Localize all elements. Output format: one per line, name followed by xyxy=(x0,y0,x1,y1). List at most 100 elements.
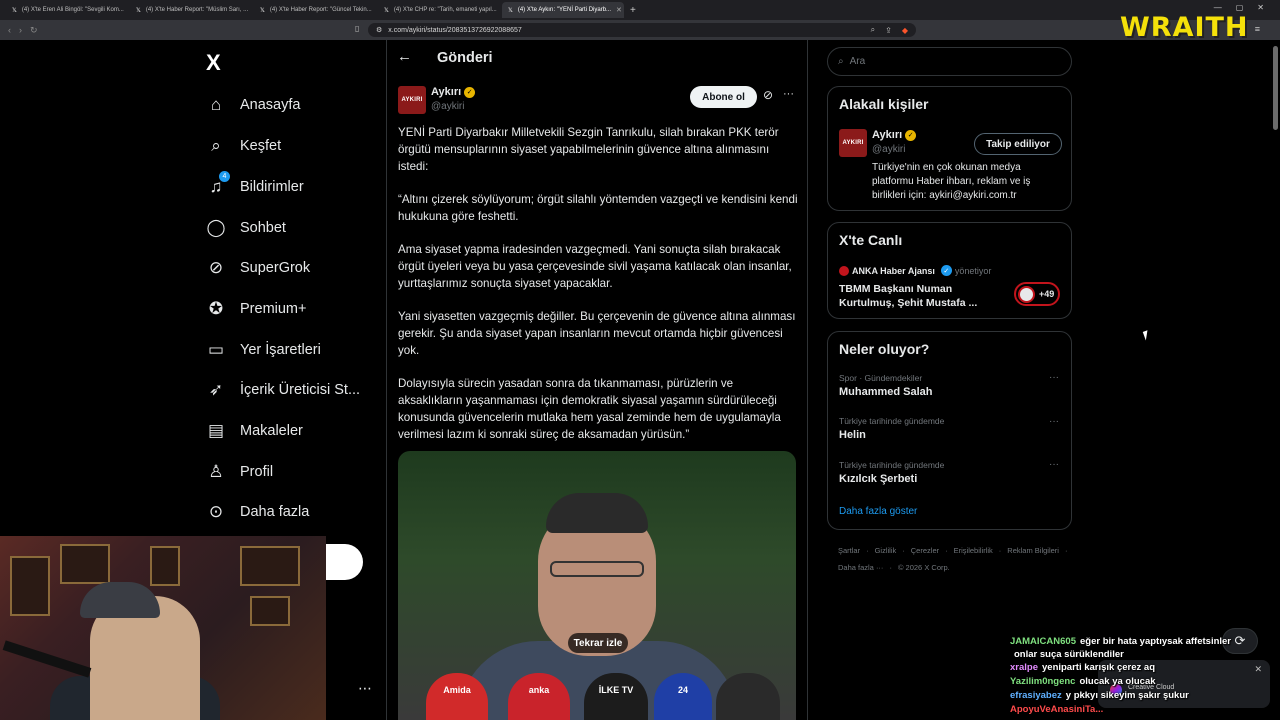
trend-meta: Spor · Gündemdekiler xyxy=(839,373,923,383)
account-menu-icon[interactable]: ⋯ xyxy=(358,680,372,697)
footer-link[interactable]: Şartlar xyxy=(838,542,860,559)
close-tab-icon[interactable]: ✕ xyxy=(616,6,622,14)
share-icon[interactable]: ⇪ xyxy=(885,26,892,35)
x-favicon-icon: 𝕏 xyxy=(136,7,141,14)
post-paragraph: Ama siyaset yapma iradesinden vazgeçmedi… xyxy=(398,243,792,290)
browser-tab[interactable]: 𝕏 (4) X'te CHP re: "Tarih, emaneti yapıl.… xyxy=(378,2,500,18)
footer-link[interactable]: Reklam Bilgileri xyxy=(1007,542,1059,559)
trend-meta: Türkiye tarihinde gündemde xyxy=(839,416,945,426)
back-arrow-icon[interactable]: ← xyxy=(397,48,412,65)
maximize-icon[interactable]: ▢ xyxy=(1236,3,1244,12)
nav-item[interactable]: ▤ Makaleler xyxy=(206,417,303,445)
browser-tab[interactable]: 𝕏 (4) X'te Eren Ali Bingöl: "Sevgili Kom.… xyxy=(6,2,128,18)
chat-text: eğer bir hata yaptıysak affetsinler xyxy=(1080,636,1232,647)
browser-tab[interactable]: 𝕏 (4) X'te Haber Report: "Müslim Sarı, ..… xyxy=(130,2,252,18)
new-tab-icon[interactable]: + xyxy=(630,5,636,16)
related-handle[interactable]: @aykiri xyxy=(872,144,906,155)
microphone-logo xyxy=(716,673,780,720)
footer-link[interactable]: © 2026 X Corp. xyxy=(898,559,950,576)
footer-link[interactable]: Daha fazla ··· xyxy=(838,559,883,576)
post-button[interactable] xyxy=(325,544,363,580)
chat-message: ApoyuVeAnasiniTa... xyxy=(1010,704,1272,715)
browser-tab[interactable]: 𝕏 (4) X'te Haber Report: "Güncel Tekin...… xyxy=(254,2,376,18)
nav-item-label: Yer İşaretleri xyxy=(240,342,321,358)
nav-item[interactable]: ▭ Yer İşaretleri xyxy=(206,336,321,364)
subscribe-button[interactable]: Abone ol xyxy=(690,86,757,108)
url-field[interactable]: ⚙ x.com/aykiri/status/208351372692208865… xyxy=(368,23,916,37)
grok-icon[interactable]: ⊘ xyxy=(763,88,773,102)
nav-item-label: SuperGrok xyxy=(240,260,311,276)
bookmark-page-icon[interactable]: ▯ xyxy=(355,24,359,33)
more-options-icon[interactable]: ··· xyxy=(783,88,794,100)
chat-username: ApoyuVeAnasiniTa... xyxy=(1010,704,1104,715)
author-avatar[interactable]: AYKIRI xyxy=(398,86,426,114)
footer-link[interactable]: Gizlilik xyxy=(875,542,897,559)
footer-separator: · xyxy=(945,546,948,555)
close-window-icon[interactable]: ✕ xyxy=(1257,3,1264,12)
nav-item[interactable]: ⊘ SuperGrok xyxy=(206,254,310,282)
nav-item[interactable]: ♙ Profil xyxy=(206,458,273,486)
trend-name[interactable]: Kızılcık Şerbeti xyxy=(839,473,917,485)
following-button[interactable]: Takip ediliyor xyxy=(974,133,1062,155)
nav-item-label: Sohbet xyxy=(240,220,286,236)
live-listener-count[interactable]: +49 xyxy=(1014,282,1060,306)
trend-more-icon[interactable]: ··· xyxy=(1049,372,1059,383)
trends-card: Neler oluyor? Spor · Gündemdekiler Muham… xyxy=(827,331,1072,530)
nav-item[interactable]: ➶ İçerik Üreticisi St... xyxy=(206,376,360,404)
trend-more-icon[interactable]: ··· xyxy=(1049,416,1059,427)
post-paragraph: “Altını çizerek söylüyorum; örgüt silahl… xyxy=(398,193,798,223)
chat-username: JAMAICAN605 xyxy=(1010,636,1076,647)
footer-separator: · xyxy=(866,546,869,555)
brave-shield-icon[interactable]: ◆ xyxy=(902,26,908,35)
nav-item-label: Premium+ xyxy=(240,301,307,317)
site-info-icon[interactable]: ⚙ xyxy=(376,26,382,34)
nav-item-label: Bildirimler xyxy=(240,179,304,195)
live-source-name: ANKA Haber Ajansı xyxy=(852,265,935,276)
notification-badge: 4 xyxy=(219,171,230,182)
show-more-link[interactable]: Daha fazla göster xyxy=(839,506,917,517)
scrollbar[interactable] xyxy=(1273,46,1278,130)
related-name[interactable]: Aykırı ✓ xyxy=(872,129,917,141)
live-headline[interactable]: TBMM Başkanı Numan Kurtulmuş, Şehit Must… xyxy=(839,282,989,310)
chat-text: olucak ya olucak xyxy=(1079,676,1156,687)
related-name-text[interactable]: Aykırı xyxy=(872,129,902,141)
back-nav-icon[interactable]: ‹ xyxy=(8,25,11,35)
search-placeholder: Ara xyxy=(849,56,866,67)
nav-item[interactable]: ⌂ Anasayfa xyxy=(206,91,301,119)
live-card: X'te Canlı ANKA Haber Ajansı ✓ yönetiyor… xyxy=(827,222,1072,319)
nav-item-label: Anasayfa xyxy=(240,97,301,113)
author-handle[interactable]: @aykiri xyxy=(431,101,465,112)
chat-username: efrasiyabez xyxy=(1010,690,1062,701)
nav-item[interactable]: ◯ Sohbet xyxy=(206,214,286,242)
footer-link[interactable]: Çerezler xyxy=(911,542,939,559)
live-source[interactable]: ANKA Haber Ajansı ✓ yönetiyor xyxy=(839,265,991,276)
chat-message: Yazilim0ngenc olucak ya olucak xyxy=(1010,676,1272,687)
nav-item[interactable]: ✪ Premium+ xyxy=(206,295,307,323)
nav-item[interactable]: ⊙ Daha fazla xyxy=(206,498,309,526)
nav-item[interactable]: ⌕ Keşfet xyxy=(206,132,281,160)
menu-icon[interactable]: ≡ xyxy=(1255,24,1260,35)
search-input[interactable]: ⌕ Ara xyxy=(827,47,1072,76)
replay-button[interactable]: Tekrar izle xyxy=(568,633,628,653)
reload-icon[interactable]: ↻ xyxy=(30,25,38,36)
zoom-icon[interactable]: ⌕ xyxy=(871,25,875,35)
trend-more-icon[interactable]: ··· xyxy=(1049,459,1059,470)
minimize-icon[interactable]: — xyxy=(1214,3,1222,12)
tab-title: (4) X'te Aykırı: "YENİ Parti Diyarb... xyxy=(517,7,612,13)
trend-name[interactable]: Helin xyxy=(839,429,866,441)
nav-item[interactable]: ♫ 4 Bildirimler xyxy=(206,171,304,201)
video-player[interactable]: Amida anka İLKE TV 24 Tekrar izle xyxy=(398,451,796,720)
trend-name[interactable]: Muhammed Salah xyxy=(839,386,933,398)
forward-nav-icon[interactable]: › xyxy=(19,25,22,35)
nav-item-label: Profil xyxy=(240,464,274,480)
author-name[interactable]: Aykırı ✓ xyxy=(431,86,476,98)
profile-icon: ♙ xyxy=(208,462,224,481)
related-avatar[interactable]: AYKIRI xyxy=(839,129,867,157)
footer-link[interactable]: Erişilebilirlik xyxy=(954,542,993,559)
author-name-text[interactable]: Aykırı xyxy=(431,86,461,98)
browser-tab[interactable]: 𝕏 (4) X'te Aykırı: "YENİ Parti Diyarb... ✕ xyxy=(502,2,624,18)
microphone-logo: İLKE TV xyxy=(584,673,648,720)
footer-separator: · xyxy=(889,563,892,572)
x-logo[interactable]: X xyxy=(206,50,221,76)
nav-item-label: Daha fazla xyxy=(240,504,310,520)
